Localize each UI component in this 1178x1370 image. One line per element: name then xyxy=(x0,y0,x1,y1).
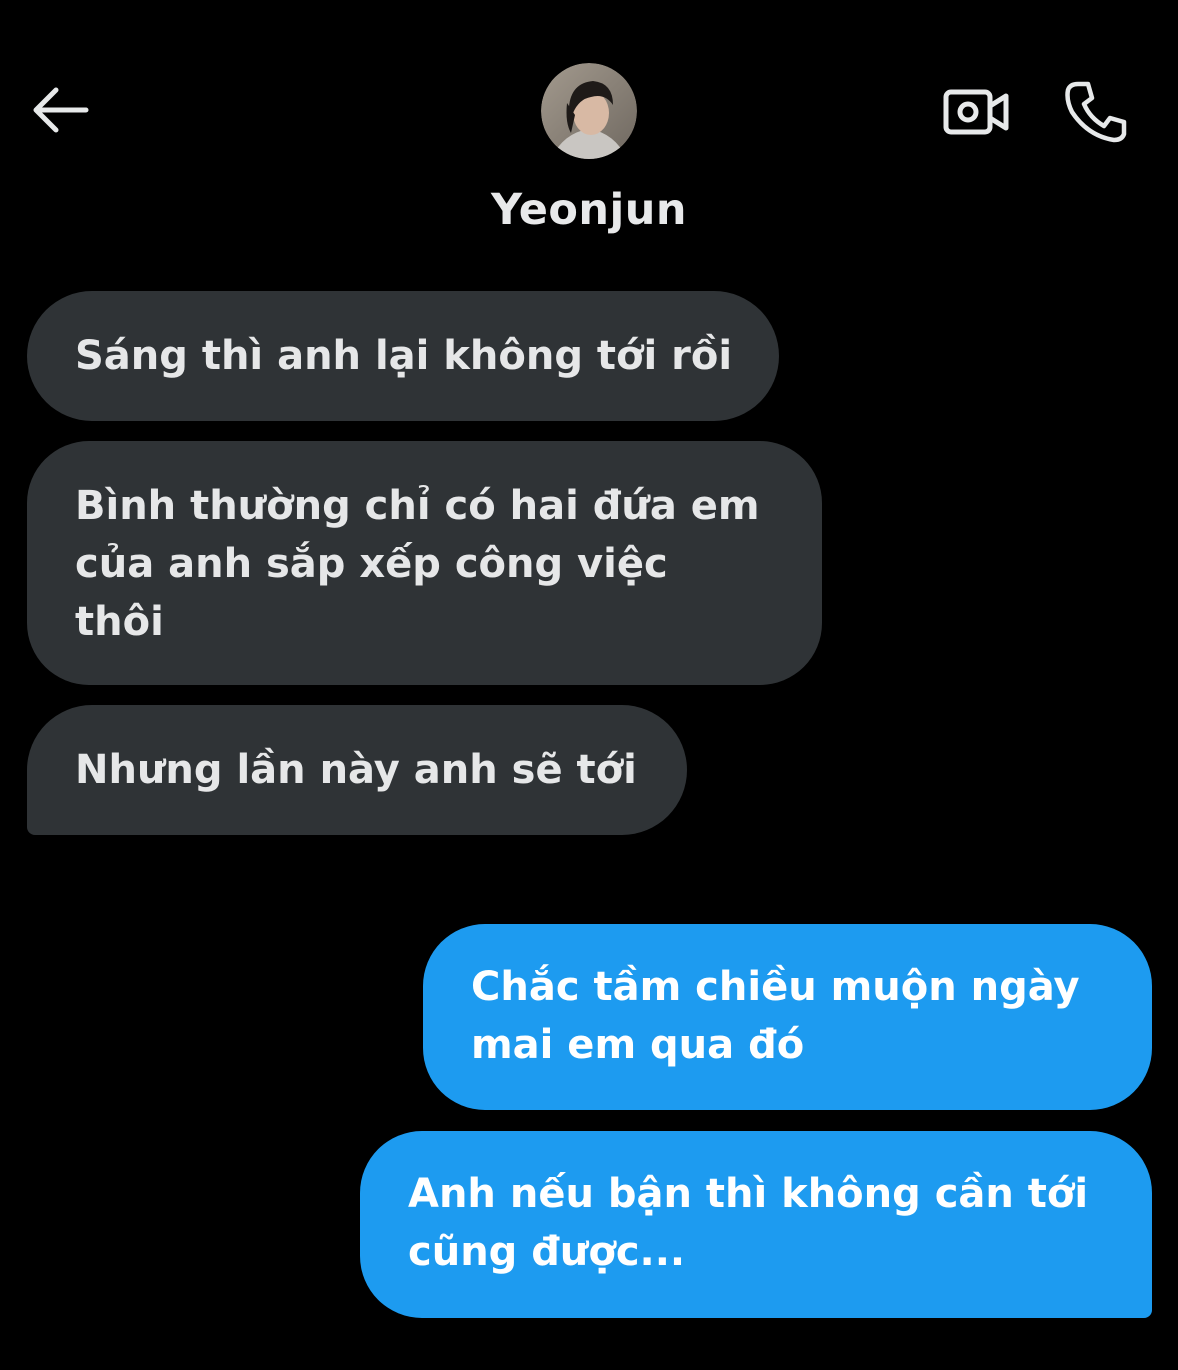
message-bubble-sent[interactable]: Chắc tầm chiều muộn ngày mai em qua đó xyxy=(423,924,1152,1110)
phone-icon xyxy=(1065,81,1127,143)
message-bubble-received[interactable]: Bình thường chỉ có hai đứa em của anh sắ… xyxy=(27,441,822,685)
message-text: của anh sắp xếp công việc xyxy=(75,541,668,587)
contact-name: Yeonjun xyxy=(491,185,687,235)
back-button[interactable] xyxy=(30,80,94,140)
arrow-left-icon xyxy=(33,87,89,133)
message-text: Chắc tầm chiều muộn ngày xyxy=(471,964,1080,1010)
message-bubble-received[interactable]: Nhưng lần này anh sẽ tới xyxy=(27,705,687,835)
message-text: cũng được... xyxy=(408,1229,686,1275)
message-text: mai em qua đó xyxy=(471,1022,805,1068)
message-text: Sáng thì anh lại không tới rồi xyxy=(75,333,733,379)
conversation-header: Yeonjun xyxy=(0,0,1178,260)
avatar[interactable] xyxy=(541,63,637,159)
message-text: Bình thường chỉ có hai đứa em xyxy=(75,483,760,529)
message-text: Nhưng lần này anh sẽ tới xyxy=(75,747,637,793)
message-bubble-received[interactable]: Sáng thì anh lại không tới rồi xyxy=(27,291,779,421)
profile-photo xyxy=(541,63,637,159)
voice-call-button[interactable] xyxy=(1058,76,1134,146)
message-bubble-sent[interactable]: Anh nếu bận thì không cần tới cũng được.… xyxy=(360,1131,1152,1318)
video-call-button[interactable] xyxy=(940,82,1012,142)
video-camera-icon xyxy=(943,89,1009,135)
message-text: Anh nếu bận thì không cần tới xyxy=(408,1171,1089,1217)
message-text: thôi xyxy=(75,599,164,645)
